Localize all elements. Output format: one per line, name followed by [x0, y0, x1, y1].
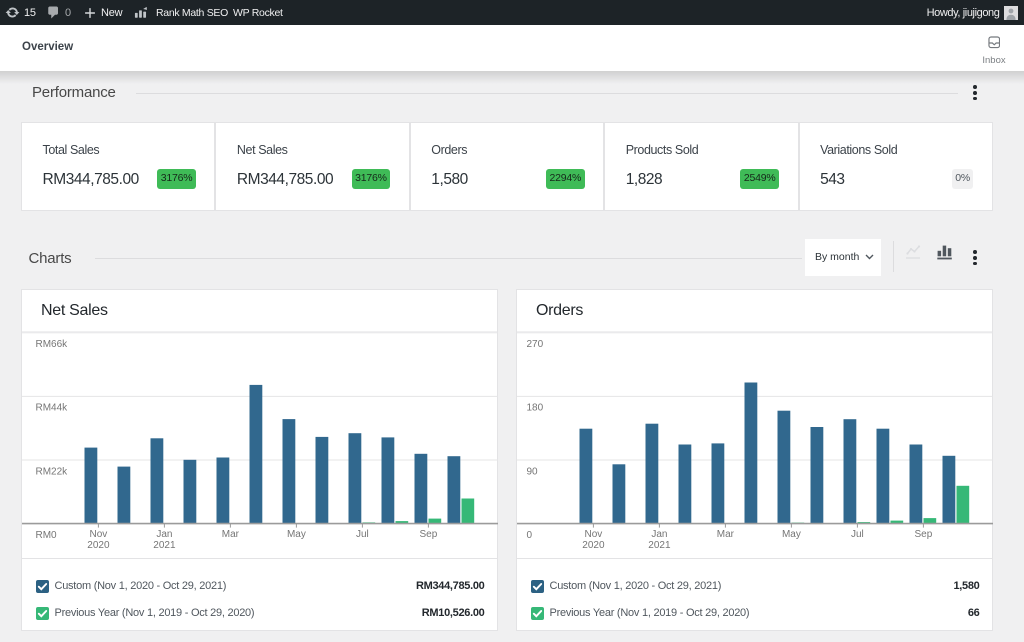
- svg-text:Nov: Nov: [90, 529, 108, 540]
- svg-text:RM66k: RM66k: [36, 339, 69, 350]
- svg-text:RM22k: RM22k: [36, 466, 69, 477]
- svg-text:Sep: Sep: [420, 529, 438, 540]
- svg-text:Mar: Mar: [717, 529, 735, 540]
- svg-text:2021: 2021: [648, 540, 671, 551]
- svg-text:2021: 2021: [153, 540, 176, 551]
- svg-text:May: May: [287, 529, 306, 540]
- svg-text:270: 270: [527, 339, 544, 350]
- svg-text:0: 0: [527, 530, 533, 541]
- svg-text:Jul: Jul: [356, 529, 369, 540]
- svg-text:RM44k: RM44k: [36, 403, 69, 414]
- svg-text:Mar: Mar: [222, 529, 240, 540]
- svg-text:RM0: RM0: [36, 530, 58, 541]
- svg-text:Sep: Sep: [915, 529, 933, 540]
- svg-text:Jan: Jan: [651, 529, 667, 540]
- svg-text:180: 180: [527, 403, 544, 414]
- svg-text:2020: 2020: [582, 540, 605, 551]
- svg-text:Nov: Nov: [585, 529, 603, 540]
- svg-text:May: May: [782, 529, 801, 540]
- svg-text:90: 90: [527, 466, 539, 477]
- svg-text:Jan: Jan: [156, 529, 172, 540]
- svg-text:2020: 2020: [87, 540, 110, 551]
- svg-text:Jul: Jul: [851, 529, 864, 540]
